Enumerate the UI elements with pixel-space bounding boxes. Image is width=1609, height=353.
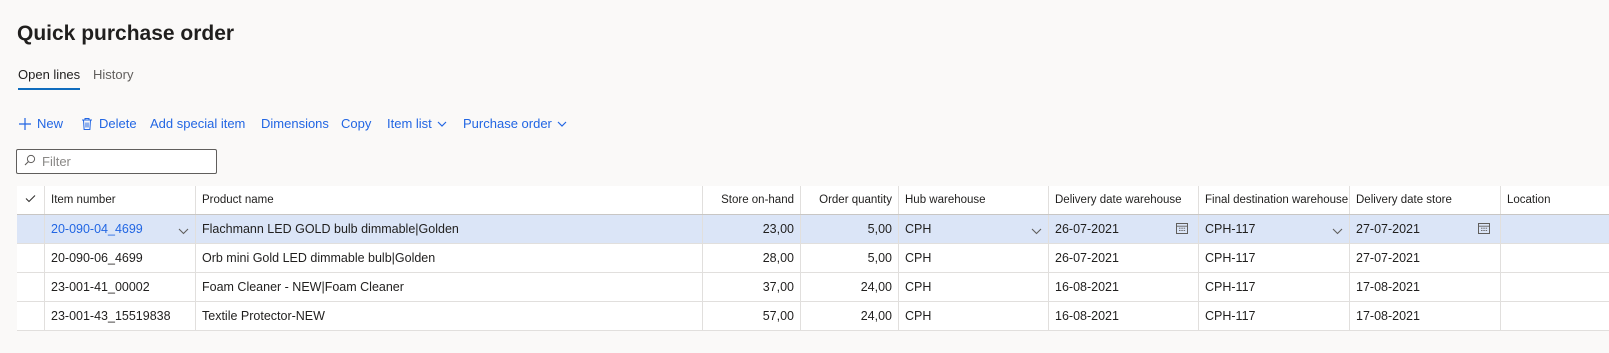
delivery-date-store-value[interactable]: 27-07-2021 — [1356, 222, 1420, 236]
dimensions-label: Dimensions — [261, 116, 329, 131]
new-button-label: New — [37, 116, 64, 131]
item-number-cell[interactable]: 23-001-43_15519838 — [44, 302, 195, 330]
delivery-date-warehouse-cell[interactable]: 26-07-2021 — [1048, 244, 1198, 272]
delivery-date-warehouse-cell[interactable]: 16-08-2021 — [1048, 273, 1198, 301]
final-destination-warehouse-cell[interactable]: CPH-117 — [1198, 273, 1349, 301]
delivery-date-warehouse-value[interactable]: 26-07-2021 — [1055, 222, 1119, 236]
product-name-cell: Foam Cleaner - NEW|Foam Cleaner — [195, 273, 702, 301]
page-title: Quick purchase order — [17, 22, 235, 45]
row-select-checkbox[interactable] — [17, 302, 44, 330]
row-select-checkbox[interactable] — [17, 215, 44, 243]
delivery-date-store-cell[interactable]: 27-07-2021 — [1349, 244, 1500, 272]
search-icon — [17, 153, 36, 171]
item-number-cell[interactable]: 20-090-06_4699 — [44, 244, 195, 272]
location-cell[interactable] — [1500, 302, 1609, 330]
chevron-down-icon[interactable] — [178, 224, 189, 238]
delete-button-label: Delete — [99, 116, 137, 131]
table-row[interactable]: 23-001-43_15519838 Textile Protector-NEW… — [17, 302, 1609, 331]
delete-button[interactable]: Delete — [81, 116, 137, 131]
product-name-cell: Textile Protector-NEW — [195, 302, 702, 330]
new-button[interactable]: New — [18, 116, 63, 131]
calendar-icon[interactable] — [1176, 223, 1188, 237]
filter-box — [16, 149, 217, 174]
grid-header-row: Item number Product name Store on-hand O… — [17, 186, 1609, 215]
table-row[interactable]: 23-001-41_00002 Foam Cleaner - NEW|Foam … — [17, 273, 1609, 302]
hub-warehouse-cell[interactable]: CPH — [898, 302, 1048, 330]
row-select-checkbox[interactable] — [17, 244, 44, 272]
filter-input[interactable] — [42, 154, 212, 169]
product-name-cell: Flachmann LED GOLD bulb dimmable|Golden — [195, 215, 702, 243]
final-destination-warehouse-cell[interactable]: CPH-117 — [1198, 302, 1349, 330]
final-destination-warehouse-cell[interactable]: CPH-117 — [1198, 215, 1349, 243]
column-header-order-quantity[interactable]: Order quantity — [800, 186, 898, 214]
hub-warehouse-cell[interactable]: CPH — [898, 244, 1048, 272]
column-header-product-name[interactable]: Product name — [195, 186, 702, 214]
delivery-date-warehouse-cell[interactable]: 16-08-2021 — [1048, 302, 1198, 330]
item-number-cell[interactable]: 23-001-41_00002 — [44, 273, 195, 301]
tab-open-lines[interactable]: Open lines — [18, 67, 81, 90]
item-list-label: Item list — [387, 116, 432, 131]
delivery-date-store-cell[interactable]: 27-07-2021 — [1349, 215, 1500, 243]
column-header-delivery-date-warehouse[interactable]: Delivery date warehouse — [1048, 186, 1198, 214]
location-cell[interactable] — [1500, 215, 1609, 243]
order-quantity-cell[interactable]: 5,00 — [800, 215, 898, 243]
store-on-hand-cell: 28,00 — [702, 244, 800, 272]
item-number-cell[interactable]: 20-090-04_4699 — [44, 215, 195, 243]
final-destination-warehouse-value[interactable]: CPH-117 — [1205, 222, 1255, 236]
tab-history[interactable]: History — [93, 67, 133, 88]
chevron-down-icon — [557, 121, 567, 127]
chevron-down-icon[interactable] — [1031, 224, 1042, 238]
store-on-hand-cell: 37,00 — [702, 273, 800, 301]
order-quantity-cell[interactable]: 24,00 — [800, 302, 898, 330]
column-header-final-destination-warehouse[interactable]: Final destination warehouse — [1198, 186, 1349, 214]
hub-warehouse-cell[interactable]: CPH — [898, 273, 1048, 301]
chevron-down-icon[interactable] — [1332, 224, 1343, 238]
hub-warehouse-cell[interactable]: CPH — [898, 215, 1048, 243]
trash-icon — [81, 117, 93, 131]
purchase-order-label: Purchase order — [463, 116, 552, 131]
row-select-checkbox[interactable] — [17, 273, 44, 301]
copy-button[interactable]: Copy — [341, 116, 371, 131]
final-destination-warehouse-cell[interactable]: CPH-117 — [1198, 244, 1349, 272]
order-quantity-cell[interactable]: 5,00 — [800, 244, 898, 272]
order-quantity-cell[interactable]: 24,00 — [800, 273, 898, 301]
table-row[interactable]: 20-090-06_4699 Orb mini Gold LED dimmabl… — [17, 244, 1609, 273]
column-header-location[interactable]: Location — [1500, 186, 1609, 214]
purchase-order-menu[interactable]: Purchase order — [463, 116, 567, 131]
plus-icon — [18, 117, 32, 131]
delivery-date-warehouse-cell[interactable]: 26-07-2021 — [1048, 215, 1198, 243]
column-header-delivery-date-store[interactable]: Delivery date store — [1349, 186, 1500, 214]
item-list-menu[interactable]: Item list — [387, 116, 447, 131]
location-cell[interactable] — [1500, 244, 1609, 272]
order-lines-grid: Item number Product name Store on-hand O… — [17, 186, 1609, 331]
column-header-item-number[interactable]: Item number — [44, 186, 195, 214]
checkmark-icon — [25, 194, 36, 206]
column-header-hub-warehouse[interactable]: Hub warehouse — [898, 186, 1048, 214]
store-on-hand-cell: 57,00 — [702, 302, 800, 330]
add-special-item-button[interactable]: Add special item — [150, 116, 245, 131]
calendar-icon[interactable] — [1478, 223, 1490, 237]
item-number-value[interactable]: 20-090-04_4699 — [51, 222, 143, 236]
dimensions-button[interactable]: Dimensions — [261, 116, 329, 131]
table-row[interactable]: 20-090-04_4699 Flachmann LED GOLD bulb d… — [17, 215, 1609, 244]
product-name-cell: Orb mini Gold LED dimmable bulb|Golden — [195, 244, 702, 272]
hub-warehouse-value[interactable]: CPH — [905, 222, 931, 236]
chevron-down-icon — [437, 121, 447, 127]
location-cell[interactable] — [1500, 273, 1609, 301]
add-special-item-label: Add special item — [150, 116, 246, 131]
delivery-date-store-cell[interactable]: 17-08-2021 — [1349, 273, 1500, 301]
column-header-store-on-hand[interactable]: Store on-hand — [702, 186, 800, 214]
delivery-date-store-cell[interactable]: 17-08-2021 — [1349, 302, 1500, 330]
select-all-checkbox[interactable] — [17, 186, 44, 214]
copy-label: Copy — [341, 116, 372, 131]
store-on-hand-cell: 23,00 — [702, 215, 800, 243]
